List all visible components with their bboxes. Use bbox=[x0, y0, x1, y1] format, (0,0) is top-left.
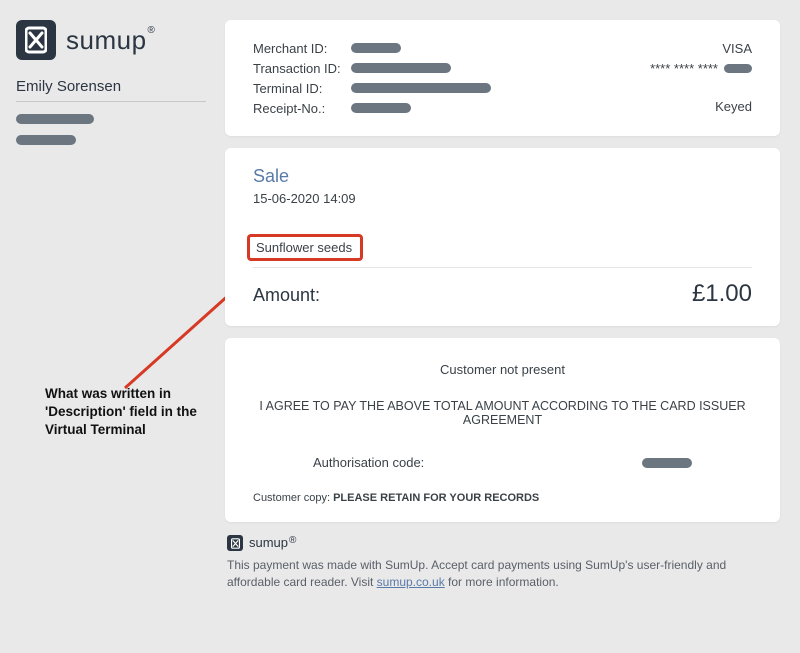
redacted-value bbox=[351, 43, 401, 53]
sumup-logo-icon bbox=[16, 20, 56, 60]
auth-code-label: Authorisation code: bbox=[313, 455, 424, 470]
receipt-footer: sumup® This payment was made with SumUp.… bbox=[225, 534, 780, 592]
redacted-value bbox=[351, 63, 451, 73]
sale-datetime: 15-06-2020 14:09 bbox=[253, 191, 752, 206]
amount-label: Amount: bbox=[253, 285, 320, 306]
merchant-id-label: Merchant ID: bbox=[253, 41, 351, 56]
sale-description: Sunflower seeds bbox=[247, 234, 363, 261]
receipt: Merchant ID: Transaction ID: Terminal ID… bbox=[225, 20, 780, 592]
retain-notice: Customer copy: PLEASE RETAIN FOR YOUR RE… bbox=[253, 492, 752, 504]
masked-card: **** **** **** bbox=[650, 61, 718, 76]
footer-link[interactable]: sumup.co.uk bbox=[377, 575, 445, 589]
redacted-value bbox=[351, 103, 411, 113]
card-brand: VISA bbox=[722, 41, 752, 56]
receipt-no-label: Receipt-No.: bbox=[253, 101, 351, 116]
transaction-info-card: Merchant ID: Transaction ID: Terminal ID… bbox=[225, 20, 780, 136]
agreement-card: Customer not present I AGREE TO PAY THE … bbox=[225, 338, 780, 522]
brand-wordmark: sumup® bbox=[66, 25, 155, 56]
entry-mode: Keyed bbox=[715, 99, 752, 114]
redacted-line bbox=[16, 129, 206, 150]
sale-title: Sale bbox=[253, 166, 752, 187]
transaction-id-label: Transaction ID: bbox=[253, 61, 351, 76]
redacted-line bbox=[16, 106, 206, 129]
sale-card: Sale 15-06-2020 14:09 Sunflower seeds Am… bbox=[225, 148, 780, 326]
user-name: Emily Sorensen bbox=[16, 78, 206, 102]
agreement-text: I AGREE TO PAY THE ABOVE TOTAL AMOUNT AC… bbox=[253, 399, 752, 427]
customer-not-present: Customer not present bbox=[253, 362, 752, 377]
footer-text: This payment was made with SumUp. Accept… bbox=[227, 557, 778, 592]
redacted-value bbox=[351, 83, 491, 93]
sidebar: sumup® Emily Sorensen bbox=[16, 20, 206, 150]
brand-logo: sumup® bbox=[16, 20, 206, 60]
annotation-text: What was written in 'Description' field … bbox=[45, 385, 205, 440]
redacted-value bbox=[642, 458, 692, 468]
redacted-value bbox=[724, 64, 752, 73]
brand-wordmark: sumup® bbox=[249, 534, 296, 553]
sumup-logo-icon bbox=[227, 535, 243, 551]
terminal-id-label: Terminal ID: bbox=[253, 81, 351, 96]
amount-value: £1.00 bbox=[692, 280, 752, 308]
